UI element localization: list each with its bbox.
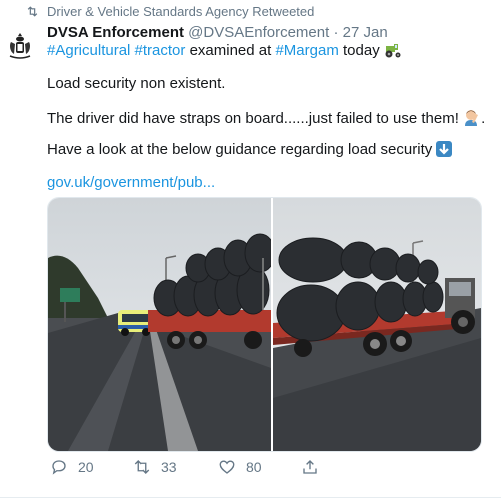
hashtag-margam[interactable]: #Margam bbox=[275, 42, 338, 59]
separator-dot: · bbox=[333, 24, 339, 41]
retweet-count: 33 bbox=[161, 459, 177, 475]
retweet-header[interactable]: Driver & Vehicle Standards Agency Retwee… bbox=[26, 4, 314, 19]
reply-button[interactable]: 20 bbox=[50, 458, 94, 476]
text-guidance: Have a look at the below guidance regard… bbox=[47, 141, 437, 158]
heart-icon bbox=[219, 460, 235, 474]
retweet-icon bbox=[27, 6, 38, 17]
reply-icon bbox=[52, 460, 66, 475]
tweet-header: DVSA Enforcement @DVSAEnforcement · 27 J… bbox=[47, 24, 388, 41]
author-name[interactable]: DVSA Enforcement bbox=[47, 24, 184, 41]
retweet-header-text: Driver & Vehicle Standards Agency Retwee… bbox=[47, 4, 315, 19]
share-button[interactable] bbox=[301, 458, 319, 476]
dvsa-crest-avatar[interactable] bbox=[6, 30, 34, 60]
hashtag-tractor[interactable]: #tractor bbox=[135, 42, 186, 59]
reply-count: 20 bbox=[78, 459, 94, 475]
like-button[interactable]: 80 bbox=[218, 458, 262, 476]
retweet-icon bbox=[134, 460, 150, 474]
text-period: . bbox=[481, 110, 486, 127]
photo-right[interactable] bbox=[273, 198, 481, 451]
tweet-text-line-1: #Agricultural #tractor examined at #Marg… bbox=[47, 42, 402, 59]
text-straps: The driver did have straps on board.....… bbox=[47, 110, 464, 127]
like-count: 80 bbox=[246, 459, 262, 475]
tweet-divider bbox=[0, 497, 501, 498]
tweet-text-line-2: Load security non existent. bbox=[47, 75, 226, 92]
guidance-link[interactable]: gov.uk/government/pub... bbox=[47, 174, 215, 191]
man-facepalming-emoji bbox=[465, 110, 479, 126]
share-icon bbox=[303, 460, 317, 474]
tweet-text-line-3: The driver did have straps on board.....… bbox=[47, 108, 485, 127]
tractor-trailer-photo-1 bbox=[48, 198, 271, 451]
author-handle[interactable]: @DVSAEnforcement bbox=[188, 24, 329, 41]
tractor-emoji bbox=[385, 44, 401, 58]
tweet-text-line-4: Have a look at the below guidance regard… bbox=[47, 141, 453, 158]
photo-left[interactable] bbox=[48, 198, 271, 451]
tractor-trailer-photo-2 bbox=[273, 198, 481, 451]
text-today: today bbox=[338, 42, 384, 59]
hashtag-agricultural[interactable]: #Agricultural bbox=[47, 42, 130, 59]
down-arrow-emoji bbox=[436, 141, 453, 157]
tweet-date[interactable]: 27 Jan bbox=[343, 24, 388, 41]
retweet-button[interactable]: 33 bbox=[133, 458, 177, 476]
text-examined-at: examined at bbox=[185, 42, 276, 59]
tweet-photos bbox=[47, 197, 482, 452]
